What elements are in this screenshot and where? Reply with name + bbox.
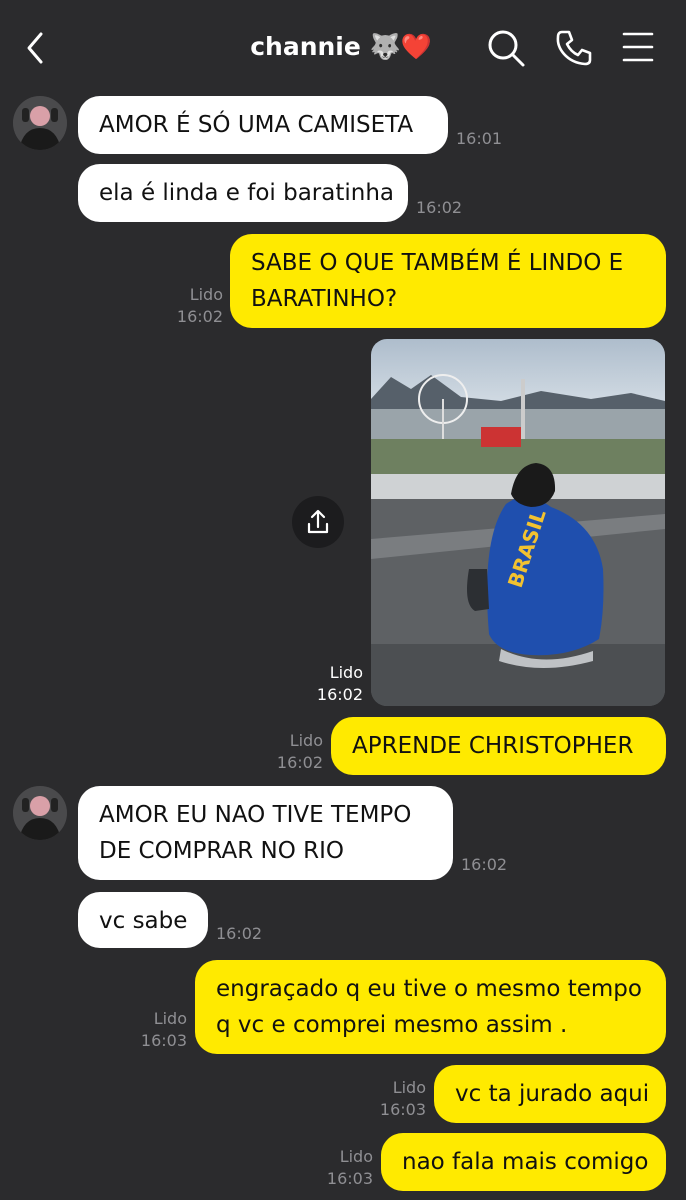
- read-receipt: Lido: [289, 731, 323, 750]
- title-emoji: 🐺❤️: [369, 32, 432, 61]
- search-icon: [488, 30, 525, 67]
- menu-icon: [622, 32, 654, 62]
- message-meta: Lido 16:03: [136, 1008, 187, 1052]
- read-receipt: Lido: [339, 1147, 373, 1166]
- avatar[interactable]: [13, 786, 67, 840]
- message-bubble[interactable]: SABE O QUE TAMBÉM É LINDO E BARATINHO?: [230, 234, 666, 328]
- contact-name: channie: [250, 32, 361, 61]
- message-meta: Lido 16:02: [300, 662, 363, 706]
- message-bubble[interactable]: nao fala mais comigo: [381, 1133, 666, 1191]
- message-bubble[interactable]: AMOR É SÓ UMA CAMISETA: [78, 96, 448, 154]
- message-time: 16:02: [176, 307, 223, 326]
- message-meta: Lido 16:03: [374, 1077, 426, 1121]
- search-button[interactable]: [486, 28, 526, 68]
- message-time: 16:01: [456, 129, 503, 148]
- message-bubble[interactable]: vc ta jurado aqui: [434, 1065, 666, 1123]
- read-receipt: Lido: [189, 285, 223, 304]
- message-time: 16:02: [316, 685, 363, 704]
- message-time: 16:02: [216, 924, 263, 943]
- stage-photo: BRASIL: [371, 339, 665, 706]
- message-time: 16:03: [140, 1031, 187, 1050]
- avatar-image: [13, 786, 67, 840]
- message-meta: Lido 16:03: [320, 1146, 373, 1190]
- menu-button[interactable]: [620, 28, 660, 68]
- share-button[interactable]: [292, 496, 344, 548]
- message-meta: Lido 16:02: [272, 730, 323, 774]
- read-receipt: Lido: [153, 1009, 187, 1028]
- message-meta: Lido 16:02: [170, 284, 223, 328]
- read-receipt: Lido: [329, 663, 363, 682]
- message-bubble[interactable]: APRENDE CHRISTOPHER: [331, 717, 666, 775]
- read-receipt: Lido: [392, 1078, 426, 1097]
- upload-icon: [307, 509, 329, 534]
- photo-message[interactable]: BRASIL: [371, 339, 665, 706]
- message-bubble[interactable]: ela é linda e foi baratinha: [78, 164, 408, 222]
- avatar-image: [13, 96, 67, 150]
- avatar[interactable]: [13, 96, 67, 150]
- message-time: 16:03: [326, 1169, 373, 1188]
- message-bubble[interactable]: engraçado q eu tive o mesmo tempo q vc e…: [195, 960, 666, 1054]
- message-time: 16:03: [379, 1100, 426, 1119]
- message-bubble[interactable]: vc sabe: [78, 892, 208, 948]
- message-time: 16:02: [461, 855, 508, 874]
- call-button[interactable]: [554, 28, 594, 68]
- phone-icon: [556, 30, 592, 66]
- message-time: 16:02: [276, 753, 323, 772]
- message-time: 16:02: [416, 198, 463, 217]
- message-bubble[interactable]: AMOR EU NAO TIVE TEMPO DE COMPRAR NO RIO: [78, 786, 453, 880]
